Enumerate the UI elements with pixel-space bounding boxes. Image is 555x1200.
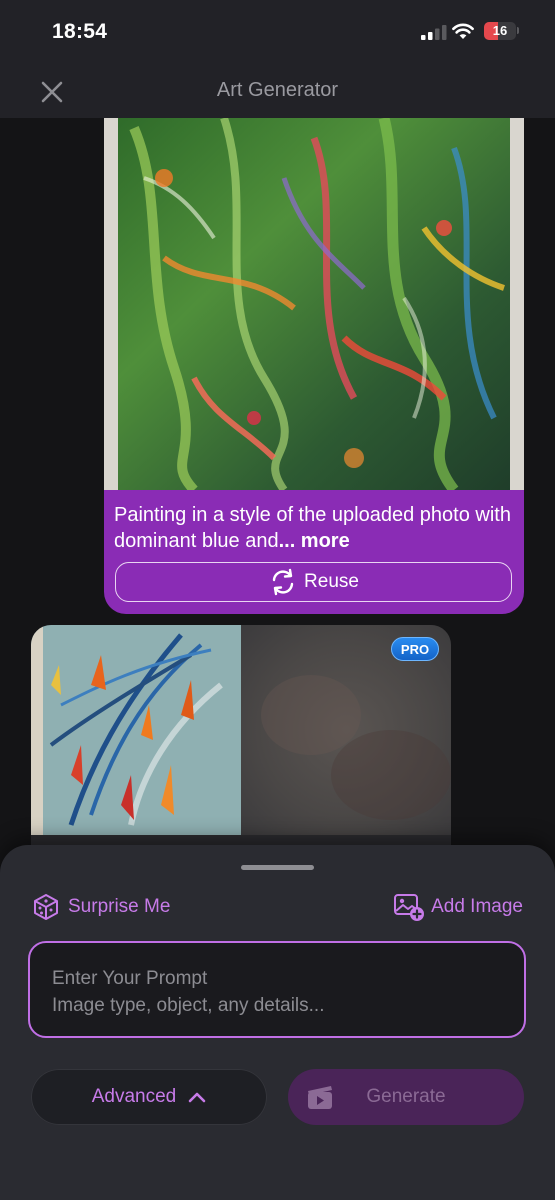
surprise-me-button[interactable]: Surprise Me	[32, 893, 170, 921]
uploaded-painting-image	[104, 118, 524, 490]
add-image-icon	[394, 894, 425, 921]
add-image-label: Add Image	[431, 896, 523, 917]
prompt-placeholder-title: Enter Your Prompt	[52, 968, 208, 989]
prompt-input[interactable]: Enter Your Prompt Image type, object, an…	[28, 941, 526, 1038]
refresh-icon	[272, 568, 294, 596]
dice-icon	[34, 894, 58, 920]
pro-badge: PRO	[391, 637, 439, 661]
status-time: 18:54	[52, 20, 108, 43]
sheet-grabber[interactable]	[241, 865, 314, 870]
battery-tip	[517, 27, 519, 34]
user-message-bubble: Painting in a style of the uploaded phot…	[104, 118, 524, 614]
generated-result-card[interactable]: PRO	[31, 625, 451, 865]
status-bar: 18:54 16	[0, 0, 555, 60]
battery-indicator: 16	[484, 22, 516, 40]
prompt-placeholder-hint: Image type, object, any details...	[52, 995, 325, 1016]
battery-level: 16	[492, 23, 508, 38]
nav-header: Art Generator	[0, 60, 555, 118]
generate-label: Generate	[366, 1086, 446, 1107]
prompt-bottom-sheet: Surprise Me Add Image Enter Your Prompt …	[0, 845, 555, 1200]
page-title: Art Generator	[216, 79, 339, 101]
wifi-icon	[452, 23, 474, 39]
surprise-me-label: Surprise Me	[68, 896, 171, 917]
advanced-button[interactable]: Advanced	[31, 1069, 267, 1125]
advanced-label: Advanced	[91, 1086, 177, 1107]
generated-image[interactable]	[31, 625, 241, 835]
chevron-up-icon	[188, 1092, 206, 1103]
more-link[interactable]: ... more	[279, 530, 350, 552]
reuse-label: Reuse	[304, 571, 359, 592]
cellular-signal-icon	[421, 25, 447, 40]
prompt-caption: Painting in a style of the uploaded phot…	[114, 502, 514, 554]
add-image-button[interactable]: Add Image	[393, 892, 523, 922]
generate-button[interactable]: Generate	[288, 1069, 524, 1125]
reuse-button[interactable]: Reuse	[115, 562, 512, 602]
